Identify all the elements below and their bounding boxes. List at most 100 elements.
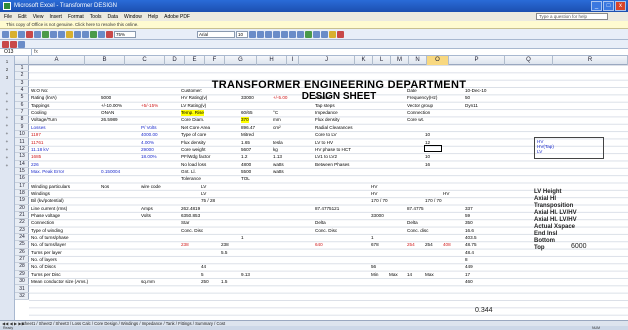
cell-a6[interactable]: Tappings <box>31 103 49 109</box>
outline-expand-button[interactable]: + <box>3 146 11 153</box>
menu-item-insert[interactable]: Insert <box>49 14 62 20</box>
cell-m5[interactable]: Frequency(Hz) <box>407 95 437 101</box>
cell-d25[interactable]: 238 <box>181 242 189 248</box>
fill-color-icon[interactable] <box>329 30 336 38</box>
cell-d14[interactable]: No load loss <box>181 162 206 168</box>
cell-j7[interactable]: Impedance <box>315 110 338 116</box>
worksheet-grid[interactable]: 1 2 3 + + + + + + + + + + A B C D E F G … <box>0 56 628 320</box>
cell-n14[interactable]: 16 <box>425 162 430 168</box>
row-header[interactable]: 19 <box>15 197 29 205</box>
cell-a22[interactable]: Connection <box>31 220 54 226</box>
column-header[interactable]: C <box>125 56 165 65</box>
cell-d9[interactable]: Net Core Area <box>181 125 210 131</box>
cell-j22[interactable]: Delta <box>315 220 326 226</box>
cell-j11[interactable]: LV to HV <box>315 140 333 146</box>
row-header[interactable]: 31 <box>15 286 29 293</box>
outline-expand-button[interactable]: + <box>3 106 11 113</box>
row-header[interactable]: 13 <box>15 153 29 161</box>
cell-g5[interactable]: 33000 <box>241 95 254 101</box>
row-header[interactable]: 12 <box>15 146 29 154</box>
cell-c6[interactable]: +5/-15% <box>141 103 158 109</box>
row-header[interactable]: 17 <box>15 183 29 190</box>
cell-j9[interactable]: Radial Clearances <box>315 125 353 131</box>
cell-j23[interactable]: Conc. Disc <box>315 228 337 234</box>
cell-a7[interactable]: Cooling <box>31 110 47 116</box>
cell-m25[interactable]: 254 <box>407 242 415 248</box>
italic-icon[interactable] <box>257 30 264 38</box>
bold-icon[interactable] <box>249 30 256 38</box>
outline-expand-button[interactable]: + <box>3 122 11 129</box>
row-header[interactable]: 4 <box>15 87 29 95</box>
print-icon[interactable] <box>34 30 41 38</box>
cell-g7[interactable]: 60/65 <box>241 110 253 116</box>
help-search-input[interactable]: Type a question for help <box>536 13 608 20</box>
cell-c17[interactable]: wire code <box>141 184 161 190</box>
cell-j8[interactable]: Flux density <box>315 117 340 123</box>
cell-o25[interactable]: 408 <box>443 242 451 248</box>
cell-a19[interactable]: Bil (kv/potential) <box>31 198 64 204</box>
cell-f26[interactable]: 5.5 <box>221 250 227 256</box>
menu-item-format[interactable]: Format <box>68 14 84 20</box>
borders-icon[interactable] <box>321 30 328 38</box>
cell-p26[interactable]: 48.4 <box>465 250 474 256</box>
cell-h8[interactable]: mm <box>273 117 281 123</box>
cell-o18[interactable]: HV <box>443 191 449 197</box>
row-header[interactable]: 10 <box>15 131 29 139</box>
outline-expand-button[interactable]: + <box>3 90 11 97</box>
cell-n29[interactable]: Max <box>425 272 434 278</box>
cell-c11[interactable]: 4.00% <box>141 140 154 146</box>
column-header[interactable]: Q <box>505 56 553 65</box>
column-header[interactable]: L <box>373 56 391 65</box>
zoom-select[interactable]: 75% <box>114 30 136 38</box>
cell-h11[interactable]: tesla <box>273 140 283 146</box>
save-icon[interactable] <box>18 30 25 38</box>
row-header[interactable]: 30 <box>15 278 29 286</box>
pdf-icon[interactable] <box>26 30 33 38</box>
row-header[interactable]: 25 <box>15 241 29 249</box>
cell-d5[interactable]: HV Rating(v) <box>181 95 207 101</box>
row-header[interactable]: 1 <box>15 65 29 73</box>
cell-g12[interactable]: 5607 <box>241 147 251 153</box>
cell-a20[interactable]: Line current (rms) <box>31 206 67 212</box>
menu-item-data[interactable]: Data <box>107 14 118 20</box>
outline-expand-button[interactable]: + <box>3 130 11 137</box>
cell-a14[interactable]: 226 <box>31 162 39 168</box>
column-header[interactable]: A <box>29 56 85 65</box>
cell-j13[interactable]: LV1 to LV2 <box>315 154 337 160</box>
cell-k21[interactable]: 33000 <box>371 213 384 219</box>
cell-c30[interactable]: sq.mm <box>141 279 155 285</box>
cell-e29[interactable]: 5 <box>201 272 204 278</box>
cell-a11[interactable]: 11761 <box>31 140 43 146</box>
row-header[interactable]: 24 <box>15 234 29 242</box>
cell-d23[interactable]: Conc. Disc <box>181 228 203 234</box>
cell-p27[interactable]: 8 <box>465 257 468 263</box>
menu-item-window[interactable]: Window <box>124 14 142 20</box>
cell-m29[interactable]: 14 <box>407 272 412 278</box>
outline-expand-button[interactable]: + <box>3 138 11 145</box>
cell-l29[interactable]: Max <box>389 272 398 278</box>
spelling-icon[interactable] <box>42 30 49 38</box>
cell-a18[interactable]: Windings <box>31 191 50 197</box>
maximize-button[interactable]: □ <box>603 1 614 11</box>
row-header[interactable]: 2 <box>15 72 29 80</box>
close-button[interactable]: x <box>615 1 626 11</box>
cell-c13[interactable]: 18.00% <box>141 154 157 160</box>
cell-e28[interactable]: 44 <box>201 264 206 270</box>
cell-e30[interactable]: 250 <box>201 279 209 285</box>
cell-a29[interactable]: Turns per Disc <box>31 272 61 278</box>
cell-g11[interactable]: 1.65 <box>241 140 250 146</box>
fx-icon[interactable]: fx <box>34 49 38 56</box>
outline-expand-button[interactable]: + <box>3 162 11 169</box>
cell-h14[interactable]: watts <box>273 162 284 168</box>
cell-b5[interactable]: 5000 <box>101 95 111 101</box>
outline-expand-button[interactable]: + <box>3 98 11 105</box>
redo-icon[interactable] <box>82 30 89 38</box>
cell-g24[interactable]: 1 <box>241 235 244 241</box>
cell-m20[interactable]: 87.4775 <box>407 206 424 212</box>
currency-icon[interactable] <box>305 30 312 38</box>
cut-icon[interactable] <box>50 30 57 38</box>
cell-p4[interactable]: 10-Dec-10 <box>465 88 486 94</box>
cell-p20[interactable]: 337 <box>465 206 473 212</box>
row-header[interactable]: 32 <box>15 293 29 301</box>
cell-j14[interactable]: Between Phases <box>315 162 349 168</box>
